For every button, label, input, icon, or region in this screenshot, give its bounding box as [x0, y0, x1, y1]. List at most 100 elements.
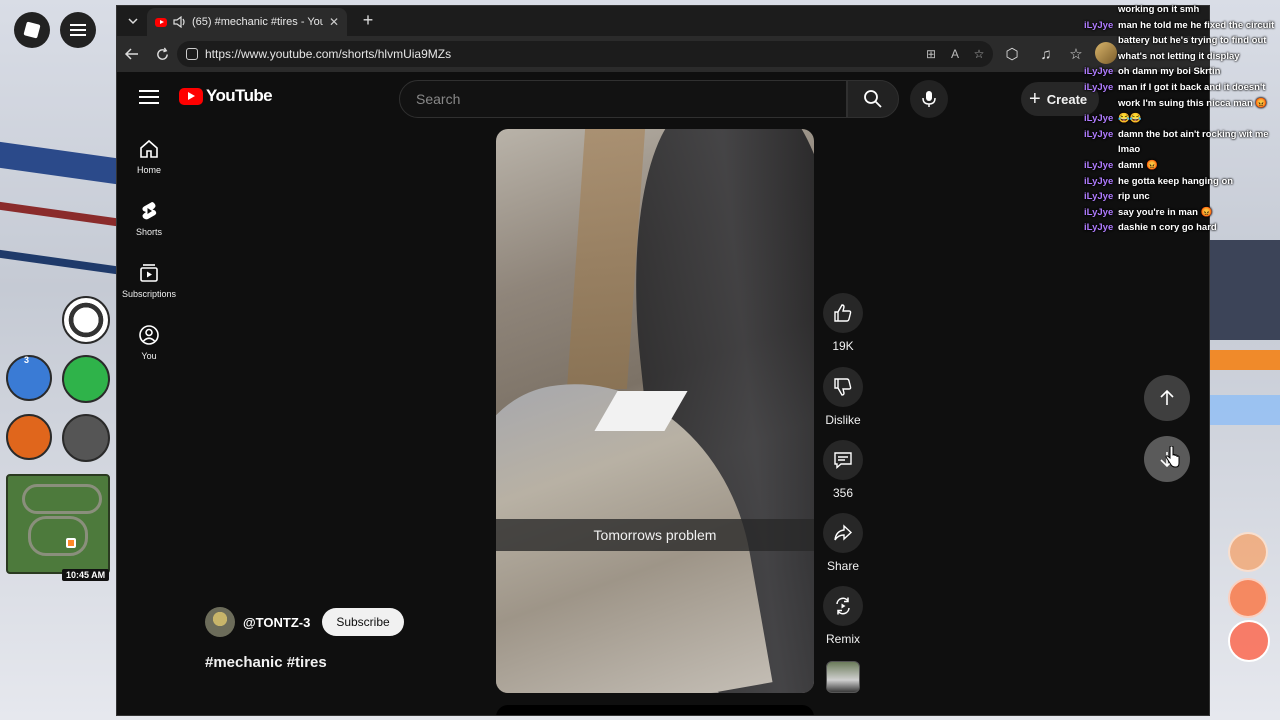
- youtube-logo[interactable]: YouTube: [179, 86, 273, 106]
- read-aloud-icon[interactable]: A: [947, 46, 963, 62]
- favorite-star-icon[interactable]: ☆: [971, 46, 987, 62]
- search-icon: [864, 90, 882, 108]
- game-stripe: [0, 249, 116, 275]
- channel-name[interactable]: @TONTZ-3: [243, 615, 310, 630]
- chat-username: iLyJye: [1084, 191, 1114, 203]
- app-available-icon[interactable]: ⊞: [923, 46, 939, 62]
- plus-icon: +: [1029, 88, 1041, 110]
- address-bar[interactable]: https://www.youtube.com/shorts/hlvmUia9M…: [177, 41, 993, 67]
- share-label: Share: [826, 559, 860, 573]
- minimap[interactable]: [6, 474, 110, 574]
- video-caption: Tomorrows problem: [496, 519, 814, 551]
- sidebar-item-you[interactable]: You: [121, 324, 177, 361]
- extensions-icon[interactable]: ⬡: [1001, 43, 1023, 65]
- dislike-button[interactable]: Dislike: [817, 367, 869, 427]
- remix-icon: [836, 597, 850, 615]
- subscriptions-icon: [140, 264, 158, 282]
- sidebar-item-label: Shorts: [135, 227, 162, 237]
- tab-list-button[interactable]: [122, 10, 144, 32]
- shorts-icon: [142, 202, 157, 220]
- cash-icon[interactable]: [62, 355, 110, 403]
- new-tab-button[interactable]: +: [357, 10, 379, 32]
- chat-text: 😂😂: [1118, 113, 1142, 125]
- game-action-button[interactable]: [1228, 578, 1268, 618]
- minimap-road: [28, 516, 88, 556]
- active-tab[interactable]: (65) #mechanic #tires - YouTube ✕: [147, 8, 347, 36]
- arrow-up-icon: [1160, 389, 1174, 405]
- next-video-preview: [496, 705, 814, 715]
- guide-menu-icon[interactable]: [139, 90, 159, 104]
- share-button[interactable]: Share: [817, 513, 869, 573]
- roblox-logo[interactable]: [14, 12, 50, 48]
- channel-avatar[interactable]: [205, 607, 235, 637]
- dislike-circle[interactable]: [823, 367, 863, 407]
- media-control-icon[interactable]: ♫: [1035, 43, 1057, 65]
- speaker-icon[interactable]: [173, 16, 186, 28]
- chat-text: man he told me he fixed the circuit batt…: [1118, 19, 1275, 62]
- like-count: 19K: [832, 339, 854, 353]
- shorts-video-player[interactable]: Tomorrows problem: [496, 129, 814, 693]
- game-menu-button[interactable]: [60, 12, 96, 48]
- browser-toolbar: https://www.youtube.com/shorts/hlvmUia9M…: [117, 36, 1209, 72]
- tab-bar: (65) #mechanic #tires - YouTube ✕ +: [117, 6, 1209, 36]
- youtube-page: YouTube + Create Home Shorts Subscriptio…: [117, 72, 1209, 715]
- comments-button[interactable]: 356: [817, 440, 869, 500]
- like-button[interactable]: 19K: [817, 293, 869, 353]
- back-button[interactable]: [121, 43, 143, 65]
- search-input[interactable]: [416, 91, 846, 107]
- chat-text: he gotta keep hanging on: [1118, 175, 1234, 187]
- reload-button[interactable]: [151, 43, 173, 65]
- remix-circle[interactable]: [823, 586, 863, 626]
- video-title[interactable]: #mechanic #tires: [205, 654, 327, 671]
- thumbs-down-icon: [834, 378, 852, 396]
- channel-row: @TONTZ-3 Subscribe: [205, 607, 404, 637]
- chat-username: iLyJye: [1084, 206, 1114, 218]
- chat-username: iLyJye: [1084, 159, 1114, 171]
- previous-video-button[interactable]: [1144, 375, 1190, 421]
- chevron-down-icon: [128, 18, 138, 25]
- comments-circle[interactable]: [823, 440, 863, 480]
- vehicle-icon[interactable]: [62, 414, 110, 462]
- like-circle[interactable]: [823, 293, 863, 333]
- sidebar-item-label: Subscriptions: [121, 289, 177, 299]
- sidebar-item-home[interactable]: Home: [121, 138, 177, 175]
- home-icon: [140, 139, 158, 158]
- chat-text: working on it smh: [1118, 4, 1200, 15]
- chat-message: iLyJye oh damn my boi Skrtin: [1084, 64, 1280, 80]
- chat-message: working on it smh: [1084, 2, 1280, 18]
- tab-close-icon[interactable]: ✕: [329, 15, 339, 29]
- chat-username: iLyJye: [1084, 113, 1114, 125]
- sidebar-item-shorts[interactable]: Shorts: [121, 200, 177, 237]
- share-circle[interactable]: [823, 513, 863, 553]
- youtube-logo-text: YouTube: [206, 86, 273, 105]
- subscribe-button[interactable]: Subscribe: [322, 608, 404, 636]
- minimap-road: [22, 484, 102, 514]
- microphone-icon: [922, 91, 936, 107]
- search-box[interactable]: [399, 80, 847, 118]
- remix-button[interactable]: Remix: [817, 586, 869, 646]
- browser-window: (65) #mechanic #tires - YouTube ✕ + http…: [116, 5, 1210, 716]
- sound-thumbnail[interactable]: [826, 661, 860, 693]
- interact-hand-icon[interactable]: [1228, 620, 1270, 662]
- remix-label: Remix: [825, 632, 860, 646]
- chat-text: dashie n cory go hard: [1118, 222, 1217, 234]
- search-button[interactable]: [847, 80, 899, 118]
- site-info-icon[interactable]: [186, 48, 198, 60]
- address-url: https://www.youtube.com/shorts/hlvmUia9M…: [205, 47, 452, 61]
- chat-username: iLyJye: [1084, 66, 1114, 78]
- reload-icon: [156, 47, 168, 60]
- soccer-ball-icon[interactable]: [62, 296, 110, 344]
- chat-message: iLyJye 😂😂: [1084, 111, 1280, 127]
- voice-search-button[interactable]: [910, 80, 948, 118]
- phone-icon[interactable]: [6, 414, 52, 460]
- chat-message: iLyJye man if I got it back and it doesn'…: [1084, 80, 1280, 111]
- chat-text: oh damn my boi Skrtin: [1118, 66, 1221, 78]
- chat-username: iLyJye: [1084, 19, 1114, 31]
- game-wall: [1210, 240, 1280, 340]
- chat-message: iLyJye damn the bot ain't rocking wit me …: [1084, 127, 1280, 158]
- game-action-button[interactable]: [1228, 532, 1268, 572]
- youtube-logo-icon: [179, 87, 203, 105]
- sidebar-item-subscriptions[interactable]: Subscriptions: [121, 262, 177, 299]
- chat-username: iLyJye: [1084, 128, 1114, 140]
- player-marker-icon: [66, 538, 76, 548]
